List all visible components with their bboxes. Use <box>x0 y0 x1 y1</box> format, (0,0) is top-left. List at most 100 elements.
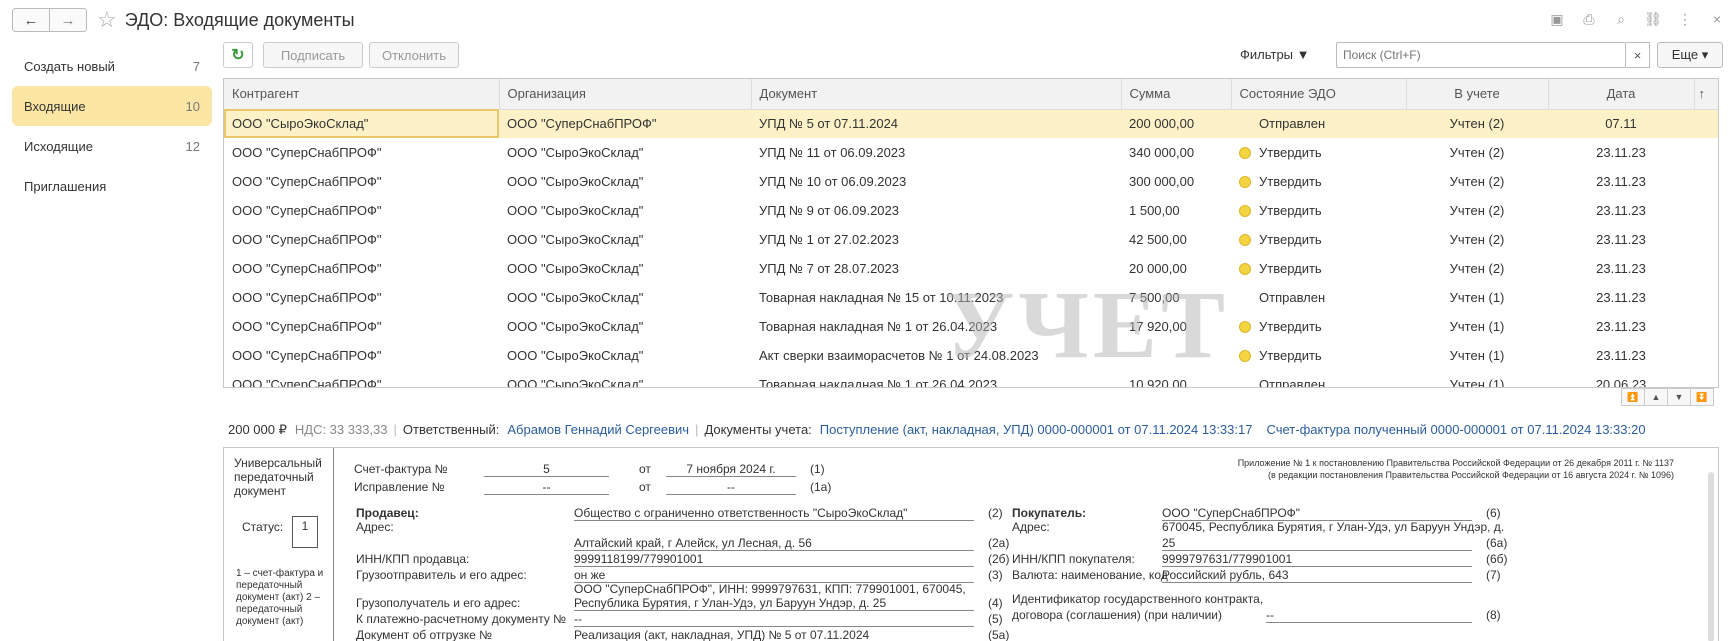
responsible-link[interactable]: Абрамов Геннадий Сергеевич <box>507 422 689 438</box>
table-row[interactable]: ООО "СуперСнабПРОФ" ООО "СыроЭкоСклад" УПД… <box>224 138 1718 167</box>
buyer-label: Покупатель: <box>1012 506 1087 520</box>
scroll-up-icon[interactable]: ▲ <box>1644 388 1668 406</box>
accounting-doc-invoice-link[interactable]: Счет-фактура полученный 0000-000001 от 0… <box>1266 422 1645 438</box>
sidebar: Создать новый 7 Входящие 10 Исходящие 12… <box>12 46 212 206</box>
forward-button[interactable]: → <box>49 8 87 32</box>
back-button[interactable]: ← <box>12 8 50 32</box>
document-vat: НДС: 33 333,33 <box>294 422 388 437</box>
close-icon[interactable]: × <box>1708 10 1726 28</box>
preview-icon[interactable]: ⌕ <box>1612 10 1630 28</box>
date-cell: 07.11 <box>1548 109 1694 138</box>
column-header-accounting[interactable]: В учете <box>1406 79 1549 110</box>
spacer-cell <box>1694 283 1718 312</box>
table-row[interactable]: ООО "СуперСнабПРОФ" ООО "СыроЭкоСклад" УПД… <box>224 254 1718 283</box>
sidebar-item-invitations[interactable]: Приглашения <box>12 166 212 206</box>
status-dot-icon <box>1239 350 1251 362</box>
edo-status-text: Утвердить <box>1259 348 1322 363</box>
table-row[interactable]: ООО "СуперСнабПРОФ" ООО "СыроЭкоСклад" УПД… <box>224 167 1718 196</box>
scroll-down-icon[interactable]: ▼ <box>1667 388 1691 406</box>
accounting-cell: Учтен (2) <box>1449 174 1505 189</box>
consignee-line-2: Республика Бурятия, г Улан-Удэ, ул Баруу… <box>574 596 974 611</box>
field-number: (6а) <box>1486 536 1508 550</box>
sum-cell: 20 000,00 <box>1129 261 1187 276</box>
scroll-bottom-icon[interactable]: ⏬ <box>1690 388 1714 406</box>
table-row[interactable]: ООО "СуперСнабПРОФ" ООО "СыроЭкоСклад" Тов… <box>224 312 1718 341</box>
invoice-number: 5 <box>484 462 609 477</box>
table-row[interactable]: ООО "СуперСнабПРОФ" ООО "СыроЭкоСклад" УПД… <box>224 225 1718 254</box>
column-header-date[interactable]: Дата <box>1548 79 1695 110</box>
print-icon[interactable]: ⎙ <box>1580 10 1598 28</box>
organization-cell: ООО "СыроЭкоСклад" <box>507 319 644 334</box>
column-header-sum[interactable]: Сумма <box>1121 79 1232 110</box>
link-icon[interactable]: ⛓ <box>1644 10 1662 28</box>
sort-asc-icon[interactable]: ↑ <box>1694 79 1718 110</box>
field-number: (2) <box>988 506 1003 520</box>
table-row[interactable]: ООО "СуперСнабПРОФ" ООО "СыроЭкоСклад" Тов… <box>224 283 1718 312</box>
field-number: (5а) <box>988 628 1010 641</box>
title-bar: ← → ☆ ЭДО: Входящие документы ▣ ⎙ ⌕ ⛓ ⋮ … <box>0 0 1734 40</box>
sidebar-item-incoming[interactable]: Входящие 10 <box>12 86 212 126</box>
date-cell: 23.11.23 <box>1596 232 1646 247</box>
counterparty-cell: ООО "СуперСнабПРОФ" <box>232 377 382 388</box>
column-header-organization[interactable]: Организация <box>499 79 752 110</box>
column-header-counterparty[interactable]: Контрагент <box>224 79 500 110</box>
sum-cell: 1 500,00 <box>1129 203 1180 218</box>
buyer-name: ООО "СуперСнабПРОФ" <box>1162 506 1472 521</box>
edo-status-cell: Утвердить <box>1231 196 1406 225</box>
contract-label-2: договора (соглашения) (при наличии) <box>1012 608 1222 622</box>
page-title: ЭДО: Входящие документы <box>124 9 355 30</box>
search-clear-button[interactable]: × <box>1626 42 1650 68</box>
shipper-label: Грузоотправитель и его адрес: <box>356 568 527 582</box>
search-input[interactable] <box>1336 42 1626 68</box>
sidebar-item-create[interactable]: Создать новый 7 <box>12 46 212 86</box>
spacer-cell <box>1694 341 1718 370</box>
document-info-strip: 200 000 ₽ НДС: 33 333,33 | Ответственный… <box>228 422 1646 438</box>
spacer-cell <box>1694 312 1718 341</box>
vertical-scrollbar[interactable] <box>1708 472 1714 641</box>
save-icon[interactable]: ▣ <box>1548 10 1566 28</box>
accounting-cell: Учтен (2) <box>1449 203 1505 218</box>
table-row[interactable]: ООО "СуперСнабПРОФ" ООО "СыроЭкоСклад" Акт… <box>224 341 1718 370</box>
sidebar-item-label: Создать новый <box>24 58 115 74</box>
table-row[interactable]: ООО "СыроЭкоСклад" ООО "СуперСнабПРОФ" УПД… <box>224 109 1718 138</box>
scroll-top-icon[interactable]: ⏫ <box>1621 388 1645 406</box>
column-header-document[interactable]: Документ <box>751 79 1122 110</box>
refresh-button[interactable]: ↻ <box>223 42 253 68</box>
arrow-left-icon: ← <box>23 11 39 29</box>
field-number: (1а) <box>810 480 832 494</box>
status-dot-icon <box>1239 234 1251 246</box>
spacer-cell <box>1694 138 1718 167</box>
edo-status-text: Утвердить <box>1259 203 1322 218</box>
table-pager: ⏫ ▲ ▼ ⏬ <box>1621 388 1714 406</box>
spacer-cell <box>1694 370 1718 387</box>
menu-dots-icon[interactable]: ⋮ <box>1676 10 1694 28</box>
edo-status-text: Отправлен <box>1259 290 1326 305</box>
accounting-docs-label: Документы учета: <box>704 422 812 437</box>
reject-button[interactable]: Отклонить <box>369 42 459 68</box>
sidebar-item-label: Приглашения <box>24 178 107 194</box>
edo-status-cell: Утвердить <box>1231 312 1406 341</box>
field-number: (4) <box>988 596 1003 610</box>
currency-value: Российский рубль, 643 <box>1162 568 1472 583</box>
filters-dropdown[interactable]: Фильтры ▼ <box>1240 47 1310 62</box>
sign-button[interactable]: Подписать <box>263 42 363 68</box>
column-header-edo-status[interactable]: Состояние ЭДО <box>1231 79 1407 110</box>
table-row[interactable]: ООО "СуперСнабПРОФ" ООО "СыроЭкоСклад" Тов… <box>224 370 1718 388</box>
accounting-cell: Учтен (1) <box>1449 290 1505 305</box>
document-cell: Акт сверки взаиморасчетов № 1 от 24.08.2… <box>759 348 1039 363</box>
favorite-star-icon[interactable]: ☆ <box>97 9 117 31</box>
currency-label: Валюта: наименование, код <box>1012 568 1168 582</box>
edo-status-text: Утвердить <box>1259 319 1322 334</box>
documents-table: Контрагент Организация Документ Сумма Со… <box>223 78 1719 388</box>
more-button[interactable]: Еще ▾ <box>1657 42 1723 68</box>
sidebar-item-outgoing[interactable]: Исходящие 12 <box>12 126 212 166</box>
responsible-label: Ответственный: <box>402 422 500 437</box>
counterparty-cell: ООО "СуперСнабПРОФ" <box>232 319 382 334</box>
buyer-inn-label: ИНН/КПП покупателя: <box>1012 552 1135 566</box>
organization-cell: ООО "СыроЭкоСклад" <box>507 203 644 218</box>
table-row[interactable]: ООО "СуперСнабПРОФ" ООО "СыроЭкоСклад" УПД… <box>224 196 1718 225</box>
accounting-doc-receipt-link[interactable]: Поступление (акт, накладная, УПД) 0000-0… <box>820 422 1253 438</box>
counterparty-cell: ООО "СуперСнабПРОФ" <box>232 174 382 189</box>
status-dot-icon <box>1239 147 1251 159</box>
status-dot-icon <box>1239 321 1251 333</box>
